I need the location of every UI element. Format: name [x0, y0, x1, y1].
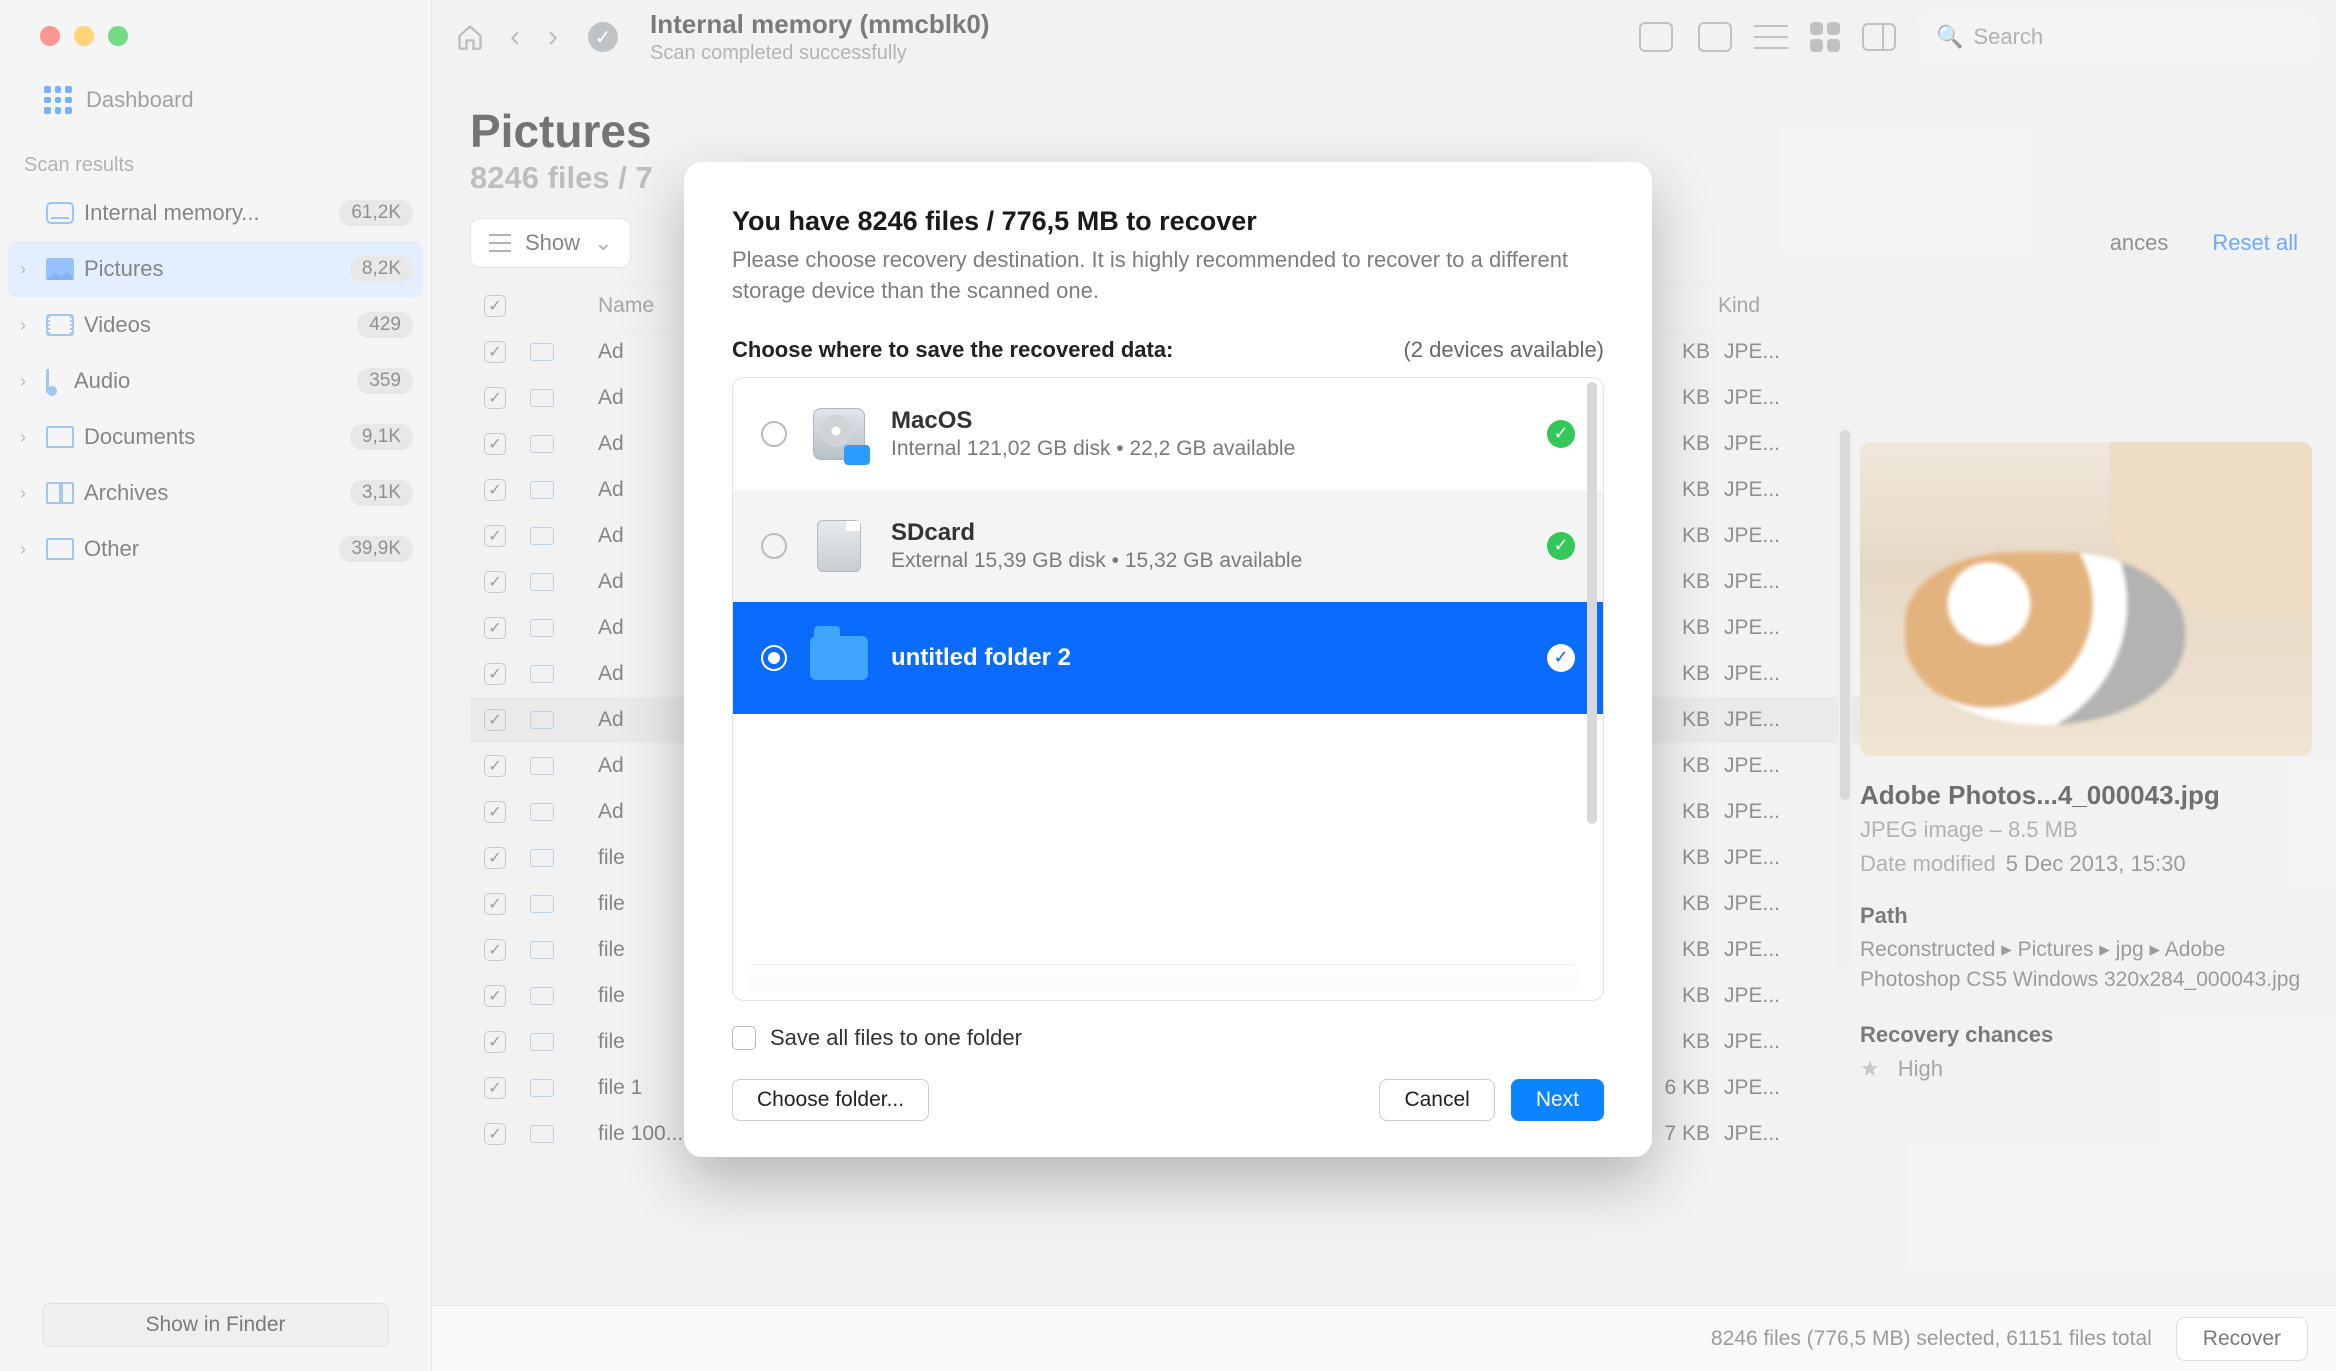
device-option-macos[interactable]: MacOS Internal 121,02 GB disk • 22,2 GB …	[733, 378, 1603, 490]
choose-folder-button[interactable]: Choose folder...	[732, 1079, 929, 1121]
device-list-fade	[747, 964, 1579, 992]
recovery-destination-modal: You have 8246 files / 776,5 MB to recove…	[684, 162, 1652, 1157]
check-ok-icon: ✓	[1547, 420, 1575, 448]
modal-backdrop: You have 8246 files / 776,5 MB to recove…	[0, 0, 2336, 1371]
radio-icon[interactable]	[761, 533, 787, 559]
device-name: MacOS	[891, 407, 1525, 435]
device-list-scrollbar[interactable]	[1585, 382, 1599, 996]
sdcard-icon	[817, 520, 861, 572]
check-ok-icon: ✓	[1547, 644, 1575, 672]
device-sub: External 15,39 GB disk • 15,32 GB availa…	[891, 549, 1525, 573]
scroll-thumb[interactable]	[1587, 382, 1597, 824]
folder-icon	[810, 636, 868, 680]
device-sub: Internal 121,02 GB disk • 22,2 GB availa…	[891, 437, 1525, 461]
save-one-folder-label: Save all files to one folder	[770, 1025, 1022, 1051]
next-button[interactable]: Next	[1511, 1079, 1604, 1121]
radio-icon[interactable]	[761, 421, 787, 447]
device-option-folder[interactable]: untitled folder 2 ✓	[733, 602, 1603, 714]
hdd-icon	[813, 408, 865, 460]
device-name: SDcard	[891, 519, 1525, 547]
radio-icon[interactable]	[761, 645, 787, 671]
device-name: untitled folder 2	[891, 644, 1525, 672]
modal-title: You have 8246 files / 776,5 MB to recove…	[732, 206, 1604, 237]
modal-devices-count: (2 devices available)	[1403, 337, 1604, 363]
device-option-sdcard[interactable]: SDcard External 15,39 GB disk • 15,32 GB…	[733, 490, 1603, 602]
modal-description: Please choose recovery destination. It i…	[732, 245, 1592, 307]
check-ok-icon: ✓	[1547, 532, 1575, 560]
save-one-folder-checkbox[interactable]	[732, 1026, 756, 1050]
modal-choose-label: Choose where to save the recovered data:	[732, 337, 1173, 363]
cancel-button[interactable]: Cancel	[1379, 1079, 1494, 1121]
device-list: MacOS Internal 121,02 GB disk • 22,2 GB …	[732, 377, 1604, 1001]
